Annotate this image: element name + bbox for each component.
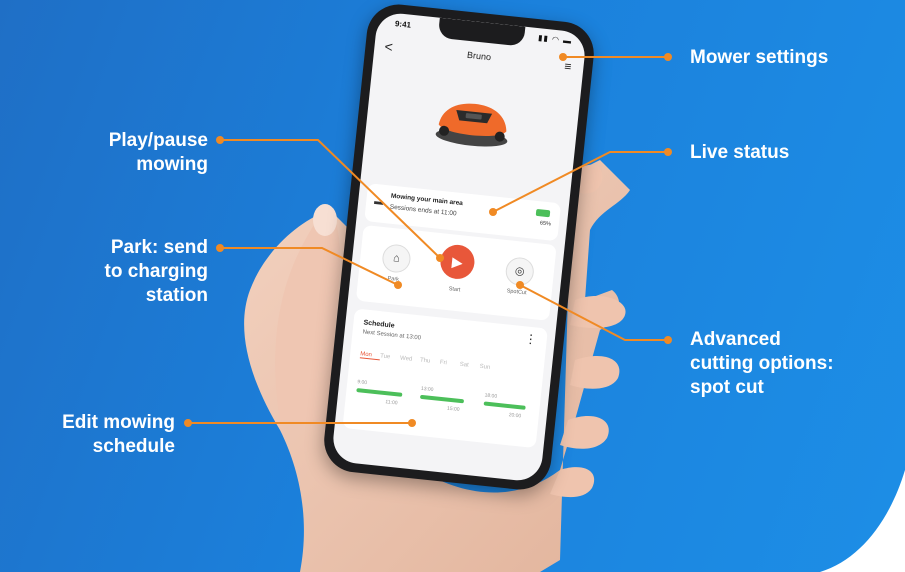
day-tab[interactable]: Thu — [420, 358, 441, 366]
annotation-line: spot cut — [690, 377, 764, 398]
session-start-time: 18:00 — [484, 392, 498, 400]
spotcut-button[interactable]: ◎ — [504, 256, 536, 287]
schedule-sessions: 9:00 11:00 13:00 15:00 18:00 20:00 — [354, 379, 534, 427]
day-tab[interactable]: Sat — [459, 362, 480, 370]
day-tab[interactable]: Wed — [400, 355, 421, 363]
start-button[interactable]: ▶ — [438, 243, 477, 281]
park-button[interactable]: ⌂ — [381, 243, 412, 274]
control-panel: ⌂ Park ▶ Start ◎ SpotCut — [355, 224, 557, 321]
status-icons: ▮▮ ◠ ▬ — [537, 33, 573, 46]
session-start-time: 9:00 — [357, 379, 368, 387]
battery-percentage: 65% — [539, 220, 552, 228]
annotation-line: mowing — [136, 154, 208, 175]
battery-icon — [535, 208, 551, 218]
status-time: 9:41 — [394, 19, 412, 30]
session-bar — [483, 401, 526, 410]
status-line-2: Sessions ends at 11:00 — [389, 203, 457, 218]
annotation-line: Edit mowing — [62, 412, 175, 433]
session-end-time: 15:00 — [446, 405, 460, 413]
play-icon: ▶ — [451, 253, 464, 271]
annotation-line: cutting options: — [690, 353, 834, 374]
phone-notch — [437, 17, 526, 47]
annotation-live-status: Live status — [690, 142, 790, 163]
session-bar — [419, 394, 465, 404]
mower-status-icon: ▬ — [373, 195, 384, 207]
day-tab[interactable]: Sun — [479, 364, 500, 372]
schedule-title: Schedule — [363, 319, 395, 330]
home-icon: ⌂ — [392, 252, 401, 265]
spotcut-label: SpotCut — [506, 288, 527, 297]
annotation-line: Advanced — [690, 329, 781, 350]
mower-image — [435, 103, 508, 147]
schedule-card[interactable]: Schedule Next Session at 13:00 ⋮ Mon Tue W… — [342, 308, 548, 449]
annotation-advanced-cutting: Advanced cutting options: spot cut — [690, 328, 834, 400]
day-tab[interactable]: Mon — [359, 351, 381, 361]
more-options-icon[interactable]: ⋮ — [524, 331, 537, 346]
session-start-time: 13:00 — [420, 385, 434, 394]
annotation-park: Park: send to charging station — [40, 236, 208, 308]
schedule-next-session: Next Session at 13:00 — [362, 329, 422, 342]
annotation-line: Park: send — [110, 237, 208, 258]
annotation-edit-schedule: Edit mowing schedule — [10, 411, 175, 459]
menu-icon[interactable]: ≡ — [564, 59, 572, 74]
annotation-line: to charging — [104, 261, 208, 282]
annotation-line: schedule — [92, 436, 175, 457]
session-bar — [356, 388, 403, 397]
day-tab[interactable]: Tue — [380, 353, 401, 361]
smartphone: 9:41 ▮▮ ◠ ▬ < Bruno ≡ ▬ Mowing your main… — [321, 1, 597, 493]
day-tab[interactable]: Fri — [439, 360, 460, 368]
park-label: Park — [387, 275, 400, 283]
annotation-line: station — [145, 285, 208, 306]
session-end-time: 20:00 — [508, 412, 522, 420]
annotation-mower-settings: Mower settings — [690, 47, 829, 68]
app-screen: 9:41 ▮▮ ◠ ▬ < Bruno ≡ ▬ Mowing your main… — [330, 11, 588, 483]
spotcut-icon: ◎ — [514, 265, 526, 278]
annotation-play-pause: Play/pause mowing — [40, 129, 208, 177]
start-label: Start — [448, 286, 461, 294]
mower-name-title: Bruno — [466, 49, 492, 63]
annotation-line: Play/pause — [108, 130, 208, 151]
schedule-day-tabs: Mon Tue Wed Thu Fri Sat Sun — [359, 351, 537, 382]
session-end-time: 11:00 — [385, 399, 398, 407]
